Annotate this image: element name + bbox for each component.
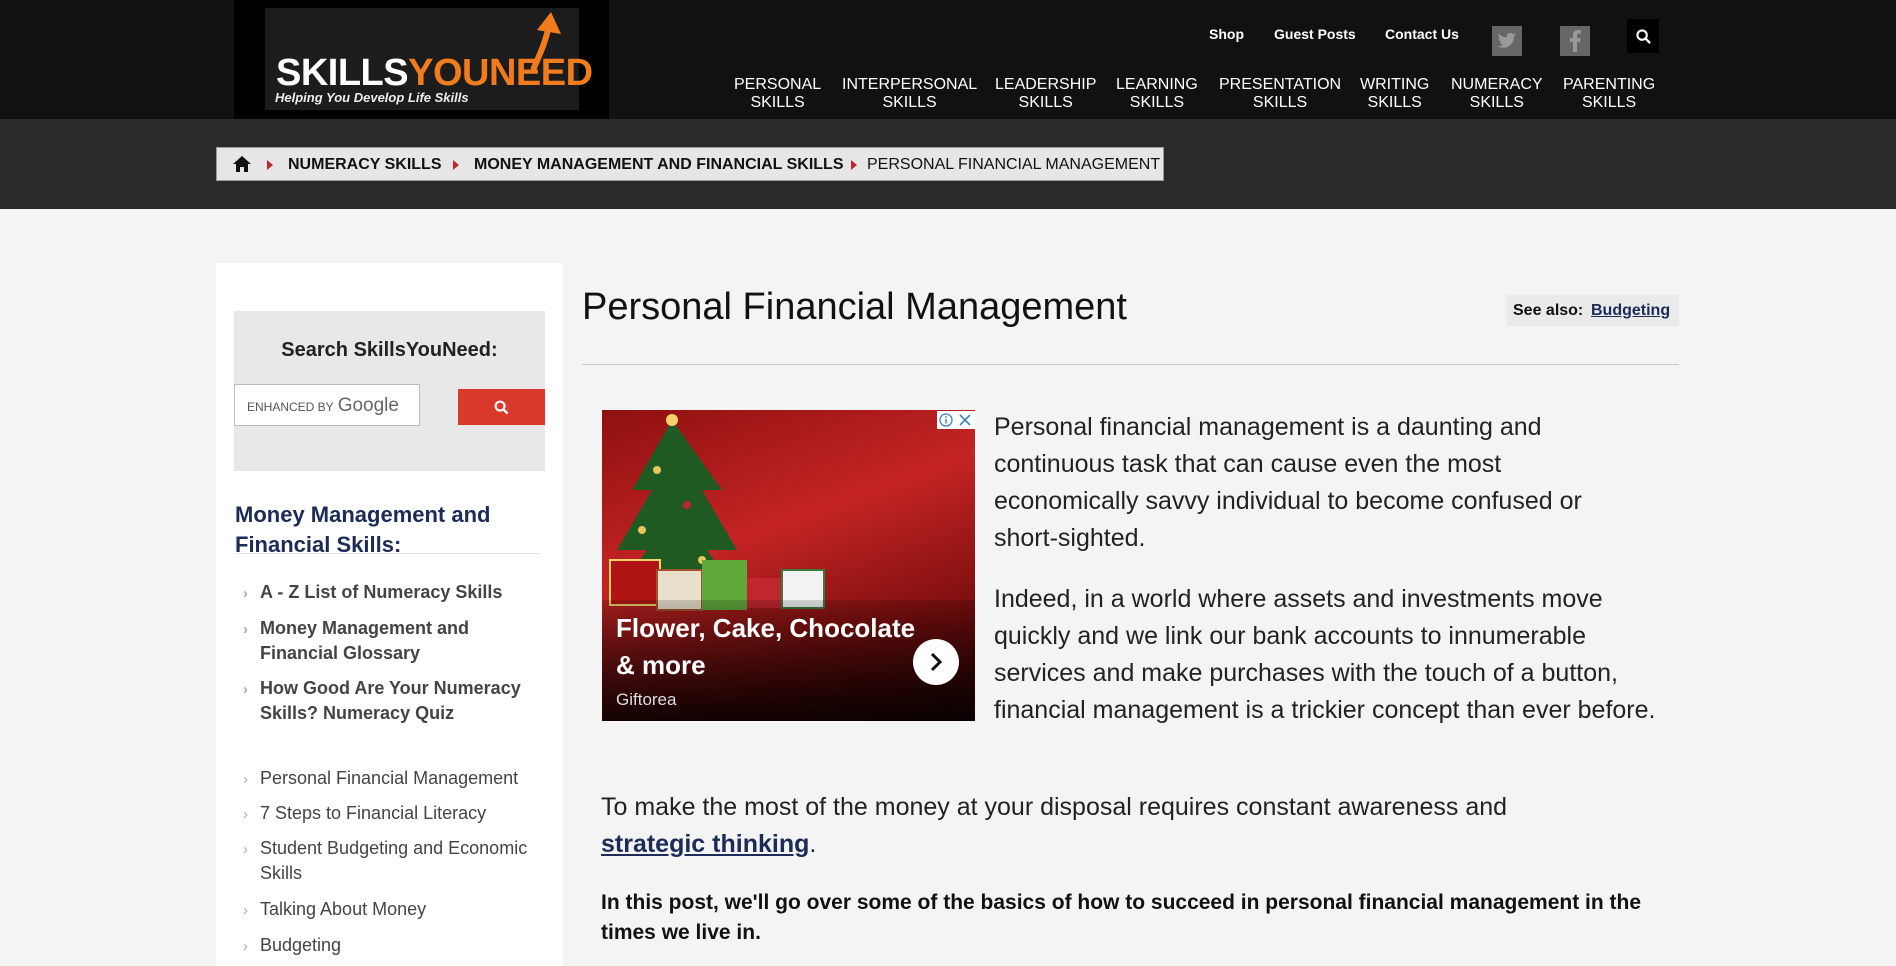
search-title: Search SkillsYouNeed: xyxy=(281,339,498,361)
chevron-right-icon: › xyxy=(243,585,248,602)
site-logo[interactable]: SKILLSYOUNEED Helping You Develop Life S… xyxy=(234,0,609,119)
christmas-tree-image xyxy=(609,414,825,611)
sidebar-item-student-budgeting[interactable]: › Student Budgeting and Economic Skills xyxy=(235,836,535,886)
paragraph-strategic: To make the most of the money at your di… xyxy=(601,793,1508,858)
search-placeholder-prefix: ENHANCED BY xyxy=(247,400,334,414)
logo-tagline: Helping You Develop Life Skills xyxy=(275,90,469,105)
chevron-right-icon: › xyxy=(243,841,248,858)
search-input[interactable]: ENHANCED BY Google xyxy=(234,384,420,426)
nav-parenting-skills[interactable]: PARENTING SKILLS xyxy=(1563,76,1655,112)
logo-wordmark: SKILLSYOUNEED xyxy=(276,52,593,94)
chevron-right-icon: › xyxy=(243,681,248,698)
breadcrumb-numeracy-skills[interactable]: NUMERACY SKILLS xyxy=(288,156,442,174)
chevron-right-icon xyxy=(930,652,943,672)
sidebar-divider xyxy=(235,553,540,554)
home-icon[interactable] xyxy=(232,155,252,173)
sidebar-item-personal-financial-management[interactable]: › Personal Financial Management xyxy=(235,766,555,791)
sidebar-item-talking-about-money[interactable]: › Talking About Money xyxy=(235,897,555,922)
paragraph-intro: Personal financial management is a daunt… xyxy=(994,413,1582,552)
sidebar-item-quiz[interactable]: › How Good Are Your Numeracy Skills? Nume… xyxy=(235,676,535,726)
ad-headline[interactable]: Flower, Cake, Chocolate & more xyxy=(616,610,916,684)
nav-numeracy-skills[interactable]: NUMERACY SKILLS xyxy=(1451,76,1543,112)
chevron-right-icon: › xyxy=(243,938,248,955)
nav-personal-skills[interactable]: PERSONAL SKILLS xyxy=(734,76,821,112)
logo-panel: SKILLSYOUNEED Helping You Develop Life S… xyxy=(265,8,593,110)
sidebar-item-az-list[interactable]: › A - Z List of Numeracy Skills xyxy=(235,580,555,605)
sidebar-search-box: Search SkillsYouNeed: ENHANCED BY Google xyxy=(234,311,545,471)
chevron-right-icon: › xyxy=(243,771,248,788)
see-also-budgeting-link[interactable]: Budgeting xyxy=(1591,302,1670,320)
sidebar-item-glossary[interactable]: › Money Management and Financial Glossary xyxy=(235,616,515,666)
info-icon xyxy=(939,413,953,427)
nav-presentation-skills[interactable]: PRESENTATION SKILLS xyxy=(1219,76,1341,112)
chevron-right-icon: › xyxy=(243,621,248,638)
guest-posts-link[interactable]: Guest Posts xyxy=(1274,26,1356,42)
sidebar-item-budgeting[interactable]: › Budgeting xyxy=(235,933,555,958)
search-icon xyxy=(1635,28,1651,44)
twitter-icon[interactable] xyxy=(1492,26,1522,56)
ad-choices[interactable] xyxy=(937,411,975,429)
breadcrumb-separator xyxy=(453,160,459,170)
title-divider xyxy=(582,364,1679,365)
strategic-thinking-link[interactable]: strategic thinking xyxy=(601,830,809,858)
ad-next-button[interactable] xyxy=(913,639,959,685)
breadcrumb-separator xyxy=(851,160,857,170)
facebook-icon[interactable] xyxy=(1560,26,1590,56)
chevron-right-icon: › xyxy=(243,806,248,823)
breadcrumb-current-page: PERSONAL FINANCIAL MANAGEMENT xyxy=(867,156,1161,173)
see-also-label: See also: xyxy=(1513,302,1584,319)
nav-learning-skills[interactable]: LEARNING SKILLS xyxy=(1116,76,1198,112)
sidebar-section-heading: Money Management and Financial Skills: xyxy=(235,502,491,557)
breadcrumb-separator xyxy=(267,160,273,170)
see-also-box: See also: Budgeting xyxy=(1507,295,1679,326)
contact-us-link[interactable]: Contact Us xyxy=(1385,26,1459,42)
shop-link[interactable]: Shop xyxy=(1209,26,1244,42)
nav-leadership-skills[interactable]: LEADERSHIP SKILLS xyxy=(995,76,1096,112)
sidebar-item-financial-literacy[interactable]: › 7 Steps to Financial Literacy xyxy=(235,801,555,826)
search-placeholder-brand: Google xyxy=(337,395,399,416)
advertisement[interactable]: Flower, Cake, Chocolate & more Giftorea xyxy=(602,410,975,721)
close-icon xyxy=(959,414,971,426)
nav-writing-skills[interactable]: WRITING SKILLS xyxy=(1360,76,1429,112)
paragraph-context: Indeed, in a world where assets and inve… xyxy=(994,585,1656,724)
ad-brand: Giftorea xyxy=(616,690,677,709)
breadcrumb: NUMERACY SKILLS MONEY MANAGEMENT AND FIN… xyxy=(216,147,1164,181)
search-icon xyxy=(494,400,509,414)
search-submit-button[interactable] xyxy=(458,389,545,425)
header-search-button[interactable] xyxy=(1627,19,1659,53)
paragraph-summary: In this post, we'll go over some of the … xyxy=(601,891,1642,944)
breadcrumb-money-management[interactable]: MONEY MANAGEMENT AND FINANCIAL SKILLS xyxy=(474,156,843,174)
page-title: Personal Financial Management xyxy=(582,286,1127,328)
nav-interpersonal-skills[interactable]: INTERPERSONAL SKILLS xyxy=(842,76,977,112)
chevron-right-icon: › xyxy=(243,902,248,919)
